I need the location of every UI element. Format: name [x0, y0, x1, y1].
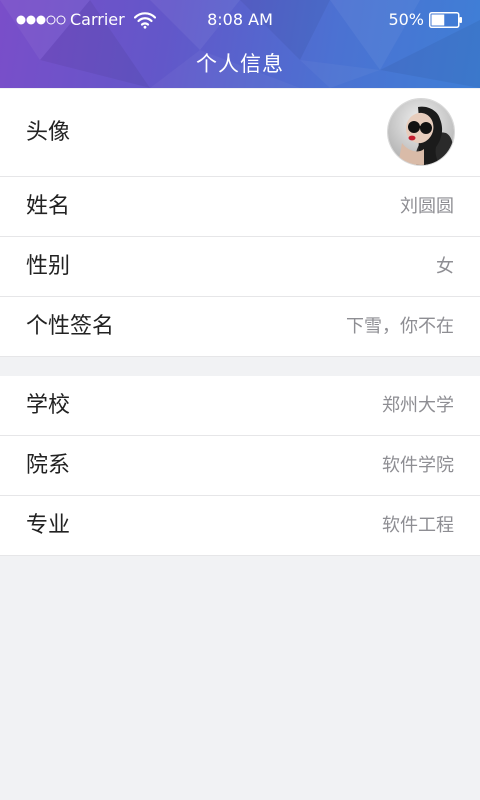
- school-info-section: 学校 郑州大学 院系 软件学院 专业 软件工程: [0, 376, 480, 556]
- battery-percentage: 50%: [388, 10, 424, 29]
- school-value: 郑州大学: [382, 395, 454, 416]
- signature-value: 下雪，你不在: [346, 316, 454, 337]
- status-bar: Carrier 8:08 AM 50%: [0, 0, 480, 40]
- battery-icon: [429, 12, 462, 28]
- page-title: 个人信息: [196, 52, 284, 76]
- gender-label: 性别: [26, 254, 71, 279]
- signature-row[interactable]: 个性签名 下雪，你不在: [0, 297, 480, 357]
- major-value: 软件工程: [382, 515, 454, 536]
- avatar-photo: [388, 99, 454, 165]
- department-value: 软件学院: [382, 455, 454, 476]
- department-label: 院系: [26, 453, 71, 478]
- name-row[interactable]: 姓名 刘圆圆: [0, 177, 480, 237]
- name-label: 姓名: [26, 194, 71, 219]
- gender-value: 女: [436, 256, 454, 277]
- major-label: 专业: [26, 513, 71, 538]
- avatar-row[interactable]: 头像: [0, 89, 480, 177]
- school-label: 学校: [26, 393, 71, 418]
- battery-level-fill: [431, 14, 445, 26]
- name-value: 刘圆圆: [400, 196, 454, 217]
- school-row[interactable]: 学校 郑州大学: [0, 376, 480, 436]
- major-row[interactable]: 专业 软件工程: [0, 496, 480, 556]
- basic-info-section: 头像 姓名 刘圆圆 性别 女 个性签名 下雪，你不在: [0, 89, 480, 357]
- department-row[interactable]: 院系 软件学院: [0, 436, 480, 496]
- gender-row[interactable]: 性别 女: [0, 237, 480, 297]
- avatar-image[interactable]: [388, 99, 454, 165]
- avatar-label: 头像: [26, 120, 71, 145]
- header-bar: Carrier 8:08 AM 50% 个人信息: [0, 0, 480, 88]
- signature-label: 个性签名: [26, 314, 115, 339]
